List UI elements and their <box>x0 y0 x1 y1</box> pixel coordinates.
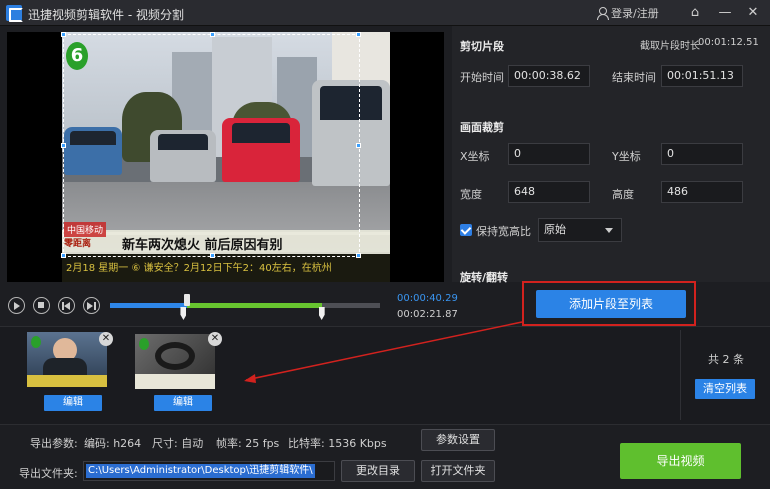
clip-count: 共 2 条 <box>708 353 744 366</box>
export-folder-field[interactable]: C:\Users\Administrator\Desktop\迅捷剪辑软件\ <box>83 461 335 481</box>
params-settings-button[interactable]: 参数设置 <box>421 429 495 451</box>
export-folder-label: 导出文件夹: <box>19 467 78 480</box>
open-folder-button[interactable]: 打开文件夹 <box>421 460 495 482</box>
clear-list-button[interactable]: 清空列表 <box>695 379 755 399</box>
change-directory-button[interactable]: 更改目录 <box>341 460 415 482</box>
annotation-arrow <box>244 321 523 383</box>
export-params-label: 导出参数: <box>30 437 78 450</box>
export-video-button[interactable]: 导出视频 <box>620 443 741 479</box>
export-folder-value: C:\Users\Administrator\Desktop\迅捷剪辑软件\ <box>86 464 315 478</box>
bitrate-value: 比特率: 1536 Kbps <box>288 437 387 450</box>
size-value: 尺寸: 自动 <box>152 437 204 450</box>
fps-value: 帧率: 25 fps <box>216 437 280 450</box>
codec-value: 编码: h264 <box>84 437 142 450</box>
